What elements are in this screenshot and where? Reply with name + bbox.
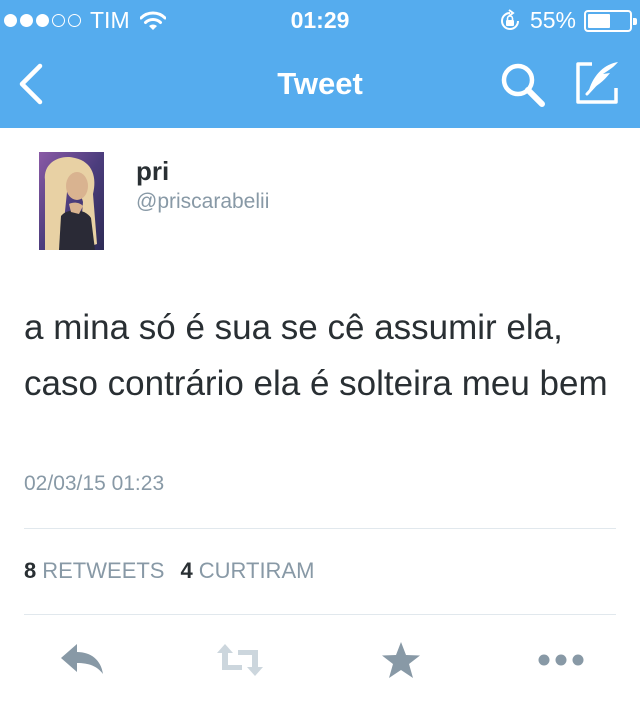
divider [24,528,616,529]
favorite-icon[interactable] [381,640,421,680]
author-handle[interactable]: @priscarabelii [136,190,269,214]
tweet-text: a mina só é sua se cê assumir ela, caso … [24,308,608,403]
battery-icon [584,9,637,32]
retweets-count[interactable]: 8 [24,558,36,584]
rotation-lock-icon [500,8,519,30]
battery-level [588,13,610,28]
tweet-stats: 8 RETWEETS 4 CURTIRAM [24,558,330,584]
battery-nub [633,17,637,25]
header: TIM 01:29 55% Tweet [0,0,640,128]
avatar-photo [39,152,104,250]
tweet-timestamp: 02/03/15 01:23 [24,472,165,495]
retweets-label[interactable]: RETWEETS [42,558,164,584]
retweet-icon[interactable] [214,640,266,680]
reply-icon[interactable] [57,640,105,680]
search-icon[interactable] [498,60,546,108]
status-bar: TIM 01:29 55% [0,0,640,40]
divider [24,614,616,615]
avatar[interactable] [39,152,104,250]
more-icon[interactable] [536,640,586,680]
nav-bar: Tweet [0,40,640,128]
status-right: 55% [498,7,637,34]
likes-count[interactable]: 4 [180,558,192,584]
battery-percent: 55% [529,7,576,33]
compose-icon[interactable] [572,58,622,108]
likes-label[interactable]: CURTIRAM [199,558,315,584]
author-name[interactable]: pri [136,156,169,187]
